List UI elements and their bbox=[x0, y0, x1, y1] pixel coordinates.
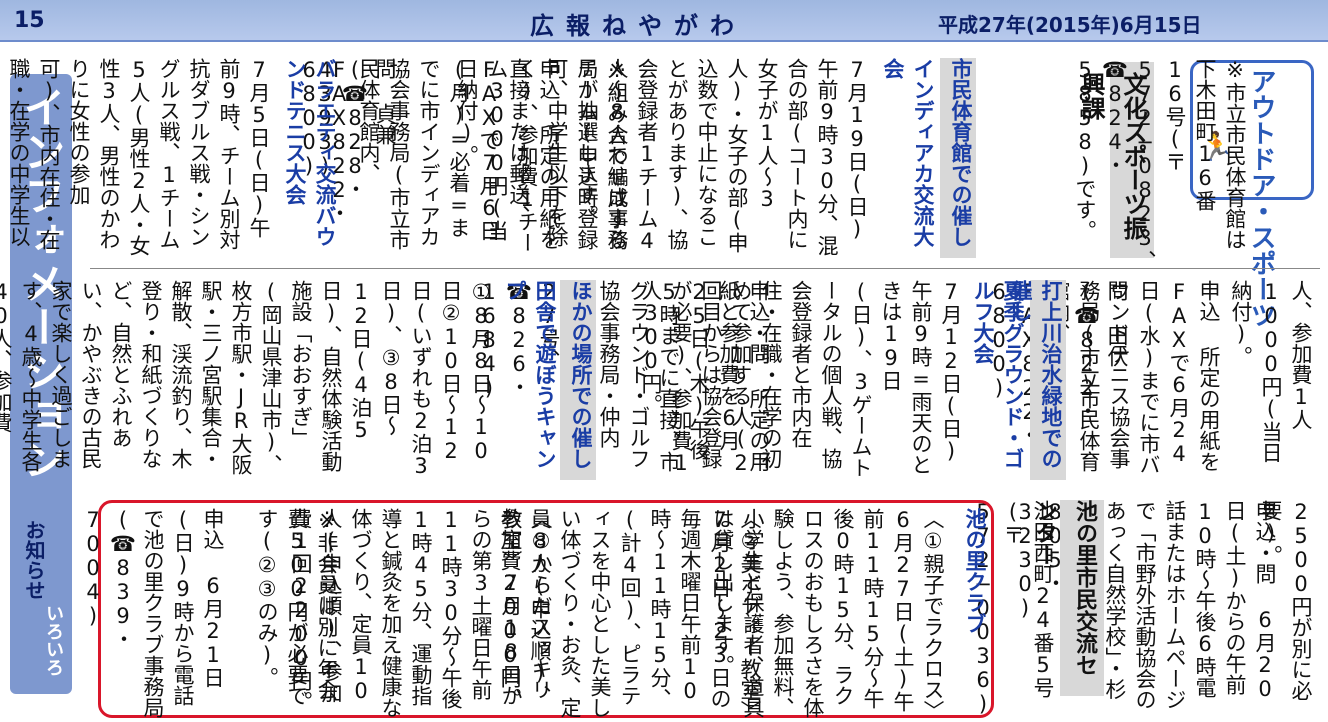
page-number: 15 bbox=[14, 8, 45, 33]
issue-date: 平成27年(2015年)6月15日 bbox=[938, 13, 1202, 37]
article-body: 7月5日(日)午前9時、チーム別対抗ダブルス戦・シングルス戦、1チーム5人(男性… bbox=[0, 58, 271, 256]
application-info: 申込 6月21日(日)9時から電話で池の里クラブ事務局(☎839・7004) bbox=[81, 508, 225, 718]
sidebar-subtitle: お知らせ bbox=[22, 520, 46, 600]
sidebar-subtitle-2: いろいろ bbox=[43, 604, 64, 676]
note: ※非会員は別に年会費500円が必要です(②③のみ)。 bbox=[255, 508, 339, 706]
program-item: 〈①親子でラクロス〉6月27日(土)午前11時15分〜午後0時15分、ラクロスの… bbox=[711, 508, 945, 718]
application-info: 申込・問 所定の用紙と参加費を6月25日(木)午後5時までに直接、市グラウンド・… bbox=[477, 280, 771, 472]
note: ※組み合わせは事務局が抽選します。 bbox=[575, 58, 629, 250]
contact-info: 問 貞兼(☎828・4393) bbox=[313, 58, 397, 199]
article-body: 7月12日(日)午前9時=雨天のときは19日(日)、3ゲームトータルの個人戦、協… bbox=[639, 280, 963, 478]
application-info: 申込 所定の用紙を直接または郵送、FAXで7月6日(月)=必着=までに市インディ… bbox=[297, 58, 561, 250]
application-info: 申込 所定の用紙をFAXで6月24日(水)までに市バウンドテニス協会事務局(市立… bbox=[987, 280, 1221, 475]
section-heading: ほかの場所での催し bbox=[560, 280, 596, 480]
program-item: 〈③からだスッキリ教室〉7月18日からの第3土曜日午前11時30分〜午後1時45… bbox=[289, 508, 553, 718]
article-heading: バラエティ交流バウンドテニス大会 bbox=[283, 58, 337, 247]
article-heading: 池の里クラブ bbox=[963, 508, 987, 634]
article-heading: 夏季グラウンド・ゴルフ大会 bbox=[971, 280, 1025, 469]
contact-info: 問 田伏(☎822・2890) bbox=[1045, 280, 1129, 421]
article-body: 7月19日(日)午前9時30分、混合の部(コート内に女子が1人〜3人)・女子の部… bbox=[455, 58, 869, 256]
page-header: 15 広報ねやがわ 平成27年(2015年)6月15日 bbox=[0, 0, 1328, 42]
text-column: ※市立市民体育館は下木田町16番16号(〒572−0823、☎824・5858)… bbox=[1073, 58, 1247, 271]
program-item: 〈②美ボディー教室〉7月2日〜23日の毎週木曜日午前10時〜11時15分、(計4… bbox=[498, 508, 762, 718]
article-heading: インディアカ交流大会 bbox=[881, 58, 935, 247]
section-heading: 打上川治水緑地での催し bbox=[1009, 280, 1066, 480]
section-heading: 市民体育館での催し bbox=[940, 58, 976, 258]
article-body: 人、参加費1人1000円(当日納付)。 bbox=[1229, 280, 1313, 463]
address: 池田西町24番5号(〒572−0036) bbox=[971, 500, 1055, 716]
article-body: 2500円が別に必要)。 bbox=[1259, 500, 1313, 701]
application-info: 申込・問 6月20日(土)からの午前10時〜午後6時電話またはホームページで「市… bbox=[1013, 500, 1277, 710]
masthead: 広報ねやがわ bbox=[530, 12, 746, 40]
article-body: ①8月8日〜10日②10日〜12日(いずれも2泊3日)、③8日〜12日(4泊5日… bbox=[0, 280, 493, 478]
section-heading: 池の里市民交流センター bbox=[1032, 500, 1104, 696]
article-heading: 田舎で遊ぼうキャンプ bbox=[503, 280, 557, 469]
